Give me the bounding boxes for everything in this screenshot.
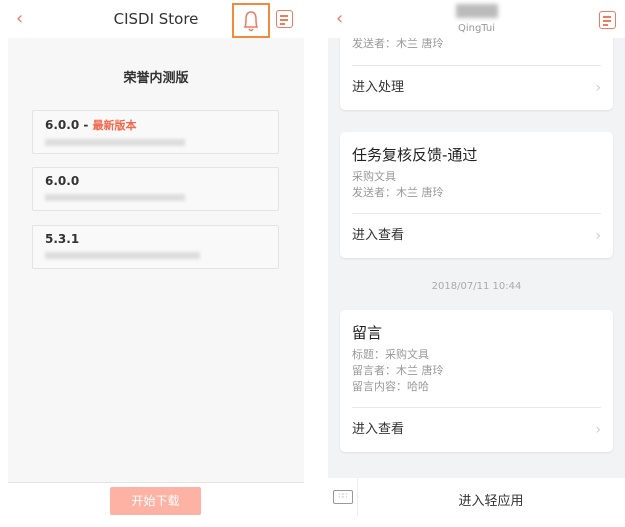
version-number: 6.0.0: [45, 118, 80, 132]
version-card[interactable]: 5.3.1: [32, 225, 279, 269]
version-number: 5.3.1: [45, 232, 80, 246]
chevron-right-icon: ›: [595, 422, 601, 438]
blurred-text: [45, 252, 200, 259]
sender: 发送者：木兰 唐玲: [352, 186, 444, 199]
keyboard-icon[interactable]: ∷∷: [333, 490, 353, 504]
blurred-text: [45, 194, 185, 201]
card-title: 任务复核反馈-通过: [352, 146, 478, 164]
blurred-title: [456, 4, 498, 18]
message-card: 留言 标题：采购文具 留言者：木兰 唐玲 留言内容：哈哈 进入查看 ›: [340, 310, 613, 452]
qingtui-screen: 发送者：木兰 唐玲 进入处理 › 任务复核反馈-通过 采购文具 发送者：木兰 唐玲…: [328, 0, 625, 516]
footer: ∷∷ 进入轻应用: [328, 478, 625, 516]
card-title: 留言: [352, 324, 383, 342]
cisdi-store-screen: ‹ CISDI Store 荣誉内测版 6.0.0 - 最新版本 6.0.0 5…: [8, 0, 304, 516]
latest-badge: 最新版本: [92, 119, 137, 132]
view-action[interactable]: 进入查看 ›: [352, 408, 601, 452]
message-card: 任务复核反馈-通过 采购文具 发送者：木兰 唐玲 进入查看 ›: [340, 132, 613, 258]
version-card[interactable]: 6.0.0 - 最新版本: [32, 110, 279, 154]
enter-light-app-button[interactable]: 进入轻应用: [357, 490, 625, 509]
version-number: 6.0.0: [45, 174, 80, 188]
section-title: 荣誉内测版: [123, 71, 189, 86]
download-button[interactable]: 开始下载: [110, 487, 201, 515]
document-icon[interactable]: [276, 10, 293, 28]
version-card[interactable]: 6.0.0: [32, 167, 279, 211]
chevron-right-icon: ›: [595, 80, 601, 96]
bell-icon: [243, 11, 259, 32]
view-action[interactable]: 进入查看 ›: [352, 214, 601, 258]
header: ‹ QingTui: [328, 0, 625, 38]
timestamp: 2018/07/11 10:44: [431, 281, 522, 292]
document-icon[interactable]: [599, 11, 616, 29]
header: ‹ CISDI Store: [8, 0, 304, 38]
footer: 开始下载: [8, 482, 304, 516]
process-action[interactable]: 进入处理 ›: [352, 66, 601, 110]
header-subtitle: QingTui: [457, 23, 496, 34]
bell-button[interactable]: [232, 3, 270, 38]
blurred-text: [45, 139, 185, 146]
chevron-right-icon: ›: [595, 228, 601, 244]
